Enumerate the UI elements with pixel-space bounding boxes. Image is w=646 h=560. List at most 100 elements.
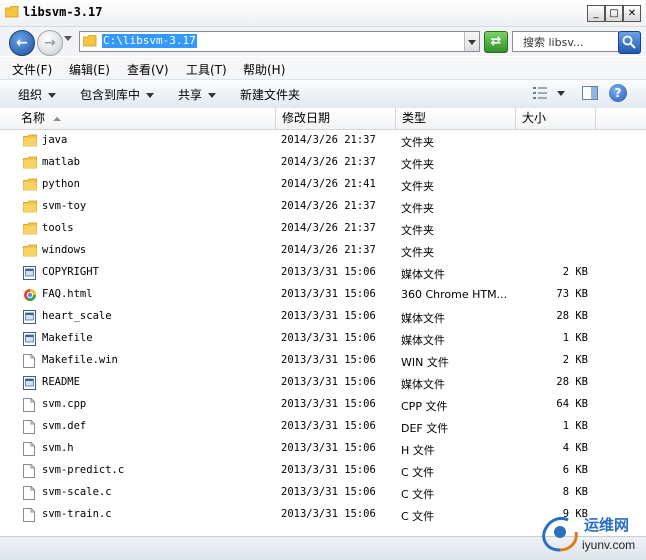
file-size: 1 KB [562,332,588,344]
media-file-icon [23,310,36,324]
menu-tools[interactable]: 工具(T) [186,61,227,78]
blank-file-icon [23,442,36,456]
file-name: svm.h [42,442,74,454]
new-folder-button[interactable]: 新建文件夹 [240,86,300,103]
chevron-down-icon [208,93,217,98]
file-row[interactable]: python 2014/3/26 21:41 文件夹 [0,174,646,196]
blank-file-icon [23,464,36,478]
watermark-text-url: iyunv.com [582,538,636,552]
file-row[interactable]: COPYRIGHT 2013/3/31 15:06 媒体文件 2 KB [0,262,646,284]
search-placeholder: 搜索 libsv... [523,36,584,49]
menu-help[interactable]: 帮助(H) [243,61,285,78]
address-path[interactable]: C:\libsvm-3.17 [102,34,197,48]
menu-file[interactable]: 文件(F) [12,61,52,78]
recent-pages-dropdown[interactable] [64,36,72,41]
column-header-date[interactable]: 修改日期 [276,108,396,129]
address-bar[interactable]: C:\libsvm-3.17 [79,31,480,52]
file-type: 360 Chrome HTM... [401,288,508,301]
file-size: 28 KB [556,376,588,388]
file-row[interactable]: svm.cpp 2013/3/31 15:06 CPP 文件 64 KB [0,394,646,416]
file-row[interactable]: java 2014/3/26 21:37 文件夹 [0,130,646,152]
browser-html-icon [23,288,36,302]
include-in-library-label: 包含到库中 [80,88,141,102]
file-row[interactable]: svm-predict.c 2013/3/31 15:06 C 文件 6 KB [0,460,646,482]
refresh-icon: ⇄ [490,34,502,49]
refresh-button[interactable]: ⇄ [484,31,508,53]
organize-label: 组织 [18,88,43,102]
media-file-icon [23,332,36,346]
include-in-library-button[interactable]: 包含到库中 [80,86,155,103]
window-title: libsvm-3.17 [23,5,103,19]
folder-icon [83,35,97,47]
file-name: tools [42,222,74,234]
file-size: 8 KB [562,486,588,498]
blank-file-icon [23,486,36,500]
file-name: python [42,178,80,190]
file-size: 64 KB [556,398,588,410]
folder-icon [23,200,37,214]
organize-button[interactable]: 组织 [18,86,57,103]
menu-view[interactable]: 查看(V) [127,61,169,78]
file-type: WIN 文件 [401,356,449,369]
file-type: 媒体文件 [401,312,445,325]
file-row[interactable]: svm-scale.c 2013/3/31 15:06 C 文件 8 KB [0,482,646,504]
file-row[interactable]: README 2013/3/31 15:06 媒体文件 28 KB [0,372,646,394]
file-date: 2013/3/31 15:06 [281,376,376,388]
file-name: Makefile.win [42,354,118,366]
file-row[interactable]: svm.h 2013/3/31 15:06 H 文件 4 KB [0,438,646,460]
file-type: CPP 文件 [401,400,448,413]
column-header-size[interactable]: 大小 [516,108,596,129]
preview-pane-icon[interactable] [582,86,598,100]
view-dropdown-icon[interactable] [557,91,565,96]
minimize-button[interactable]: _ [587,5,605,22]
file-name: COPYRIGHT [42,266,99,278]
share-button[interactable]: 共享 [178,86,217,103]
file-size: 2 KB [562,354,588,366]
file-type: C 文件 [401,488,435,501]
file-type: DEF 文件 [401,422,449,435]
file-row[interactable]: Makefile.win 2013/3/31 15:06 WIN 文件 2 KB [0,350,646,372]
file-type: 文件夹 [401,224,434,237]
column-header-type[interactable]: 类型 [396,108,516,129]
file-size: 6 KB [562,464,588,476]
help-icon[interactable]: ? [609,84,627,102]
column-date-label: 修改日期 [282,111,331,125]
file-date: 2013/3/31 15:06 [281,354,376,366]
folder-icon [5,6,19,18]
column-header-name[interactable]: 名称 [15,108,276,129]
file-name: README [42,376,80,388]
file-row[interactable]: svm.def 2013/3/31 15:06 DEF 文件 1 KB [0,416,646,438]
file-row[interactable]: heart_scale 2013/3/31 15:06 媒体文件 28 KB [0,306,646,328]
search-button[interactable] [618,31,641,54]
blank-file-icon [23,420,36,434]
file-row[interactable]: matlab 2014/3/26 21:37 文件夹 [0,152,646,174]
file-name: svm-toy [42,200,87,212]
menu-edit[interactable]: 编辑(E) [69,61,110,78]
column-name-label: 名称 [21,111,46,125]
file-size: 2 KB [562,266,588,278]
file-row[interactable]: windows 2014/3/26 21:37 文件夹 [0,240,646,262]
address-dropdown-button[interactable] [464,32,479,51]
file-type: 文件夹 [401,158,434,171]
file-name: svm-train.c [42,508,112,520]
file-date: 2014/3/26 21:37 [281,134,376,146]
view-options-icon[interactable] [532,86,548,100]
forward-button[interactable]: → [37,30,63,56]
file-date: 2014/3/26 21:37 [281,200,376,212]
maximize-button[interactable]: □ [605,5,623,22]
file-row[interactable]: FAQ.html 2013/3/31 15:06 360 Chrome HTM...… [0,284,646,306]
file-row[interactable]: svm-toy 2014/3/26 21:37 文件夹 [0,196,646,218]
file-date: 2013/3/31 15:06 [281,310,376,322]
file-row[interactable]: tools 2014/3/26 21:37 文件夹 [0,218,646,240]
file-name: svm.def [42,420,87,432]
media-file-icon [23,266,36,280]
folder-icon [23,156,37,170]
back-button[interactable]: ← [9,30,35,56]
file-type: C 文件 [401,510,435,523]
column-size-label: 大小 [522,111,547,125]
close-button[interactable]: ✕ [623,5,641,22]
file-row[interactable]: Makefile 2013/3/31 15:06 媒体文件 1 KB [0,328,646,350]
search-input[interactable]: 搜索 libsv... [512,31,619,52]
folder-icon [23,178,37,192]
file-name: java [42,134,68,146]
